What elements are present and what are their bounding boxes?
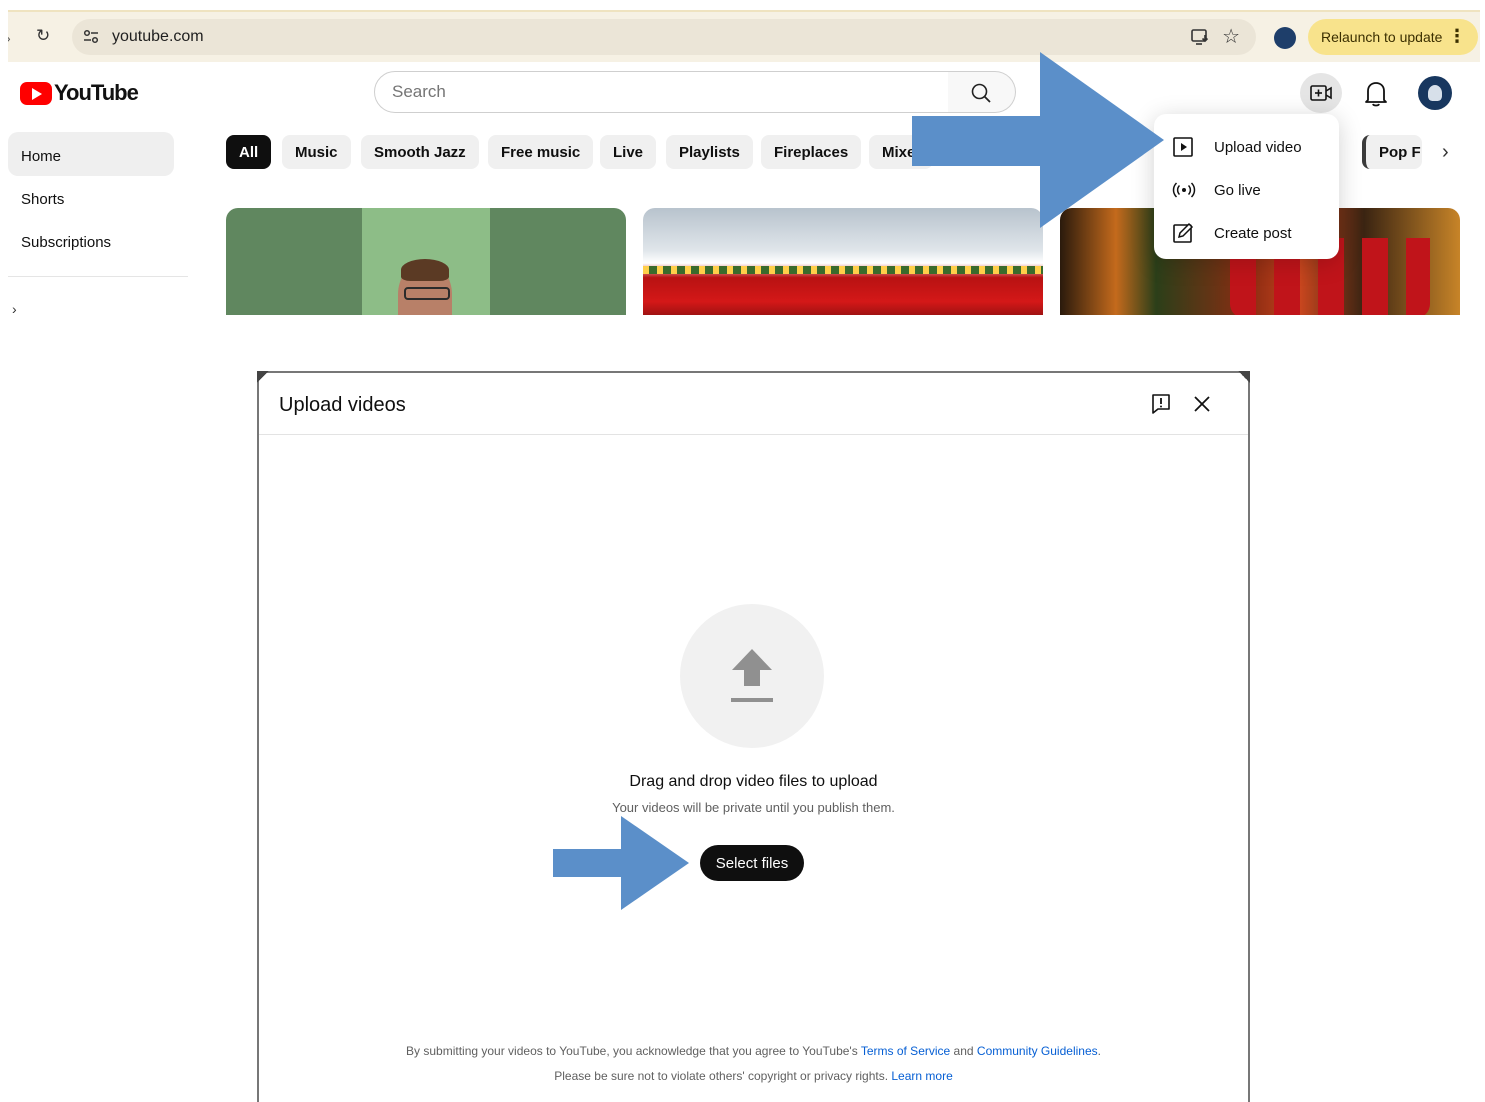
menu-item-label: Upload video — [1214, 139, 1302, 156]
chip-smooth-jazz[interactable]: Smooth Jazz — [361, 135, 479, 169]
drag-drop-text: Drag and drop video files to upload — [629, 773, 878, 790]
legal-line-1: By submitting your videos to YouTube, yo… — [259, 1039, 1248, 1064]
sidebar-item-label: Shorts — [21, 191, 65, 208]
create-post-icon — [1173, 222, 1194, 243]
youtube-logo-text: YouTube — [54, 80, 139, 105]
legal-text: By submitting your videos to YouTube, yo… — [406, 1044, 861, 1058]
sidebar-item-label: Subscriptions — [21, 234, 112, 251]
video-thumbnail[interactable] — [226, 208, 626, 315]
legal-text: Please be sure not to violate others' co… — [554, 1069, 892, 1083]
bookmark-star-icon[interactable]: ☆ — [1222, 24, 1240, 49]
dialog-title: Upload videos — [279, 394, 406, 416]
chip-playlists[interactable]: Playlists — [666, 135, 753, 169]
address-bar[interactable]: youtube.com ☆ — [72, 19, 1256, 55]
annotation-arrow-upload-video — [912, 52, 1164, 228]
chip-pop[interactable]: Pop F — [1362, 135, 1422, 169]
browser-toolbar: › ↻ youtube.com ☆ Relaunch to update ⋮ — [8, 10, 1480, 62]
chips-next-icon[interactable]: › — [1442, 141, 1449, 164]
site-settings-icon[interactable] — [82, 28, 100, 46]
sidebar-divider — [8, 276, 188, 277]
legal-text: and — [950, 1044, 977, 1058]
private-notice-text: Your videos will be private until you pu… — [612, 800, 895, 815]
upload-videos-dialog: Upload videos Drag and drop video files … — [257, 371, 1250, 1102]
relaunch-to-update-button[interactable]: Relaunch to update ⋮ — [1308, 19, 1478, 55]
close-icon[interactable] — [1192, 394, 1212, 414]
youtube-logo[interactable]: YouTube — [20, 80, 139, 106]
chip-all[interactable]: All — [226, 135, 272, 169]
legal-text: . — [1097, 1044, 1101, 1058]
go-live-icon — [1172, 182, 1196, 198]
feedback-icon[interactable] — [1150, 393, 1172, 415]
menu-item-label: Create post — [1214, 225, 1292, 242]
relaunch-label: Relaunch to update — [1321, 29, 1443, 45]
terms-of-service-link[interactable]: Terms of Service — [861, 1044, 950, 1058]
thumbnail-person-image — [398, 259, 452, 315]
url-text[interactable]: youtube.com — [112, 28, 204, 46]
thumbnail-lights-image — [643, 266, 1043, 274]
menu-item-create-post[interactable]: Create post — [1154, 212, 1339, 255]
legal-line-2: Please be sure not to violate others' co… — [259, 1064, 1248, 1089]
upload-drop-zone[interactable] — [680, 604, 824, 748]
upload-video-icon — [1173, 137, 1193, 157]
sidebar-expand-icon[interactable]: › — [12, 301, 17, 315]
chip-free-music[interactable]: Free music — [488, 135, 594, 169]
chip-live[interactable]: Live — [600, 135, 657, 169]
video-camera-plus-icon — [1310, 85, 1332, 101]
menu-item-label: Go live — [1214, 182, 1261, 199]
menu-item-go-live[interactable]: Go live — [1154, 169, 1339, 212]
sidebar-item-label: Home — [21, 148, 62, 165]
legal-notice: By submitting your videos to YouTube, yo… — [259, 1039, 1248, 1089]
sidebar-item-subscriptions[interactable]: Subscriptions — [8, 218, 174, 262]
upload-arrow-icon — [731, 649, 773, 702]
browser-menu-icon[interactable]: ⋮ — [1448, 26, 1466, 47]
annotation-arrow-select-files — [553, 816, 689, 910]
chip-fireplaces[interactable]: Fireplaces — [761, 135, 862, 169]
learn-more-link[interactable]: Learn more — [891, 1069, 952, 1083]
search-box[interactable] — [374, 71, 949, 113]
sidebar-item-shorts[interactable]: Shorts — [8, 175, 174, 219]
notifications-bell-icon[interactable] — [1362, 78, 1390, 108]
youtube-play-icon — [20, 81, 52, 105]
dialog-corner — [1238, 371, 1250, 383]
select-files-button[interactable]: Select files — [700, 845, 804, 881]
dialog-corner — [257, 371, 269, 383]
create-menu: Upload video Go live Create post — [1154, 114, 1339, 259]
menu-item-upload-video[interactable]: Upload video — [1154, 126, 1339, 169]
back-chevron-icon[interactable]: › — [8, 30, 11, 46]
dialog-divider — [259, 434, 1248, 435]
reload-icon[interactable]: ↻ — [36, 26, 50, 46]
account-avatar[interactable] — [1418, 76, 1452, 110]
community-guidelines-link[interactable]: Community Guidelines — [977, 1044, 1098, 1058]
youtube-home-screenshot: › ↻ youtube.com ☆ Relaunch to update ⋮ Y — [8, 10, 1480, 315]
search-input[interactable] — [375, 72, 948, 112]
sidebar-item-home[interactable]: Home — [8, 132, 174, 176]
chip-music[interactable]: Music — [282, 135, 351, 169]
browser-profile-avatar[interactable] — [1274, 27, 1296, 49]
create-button[interactable] — [1300, 73, 1342, 113]
install-app-icon[interactable] — [1190, 27, 1210, 47]
